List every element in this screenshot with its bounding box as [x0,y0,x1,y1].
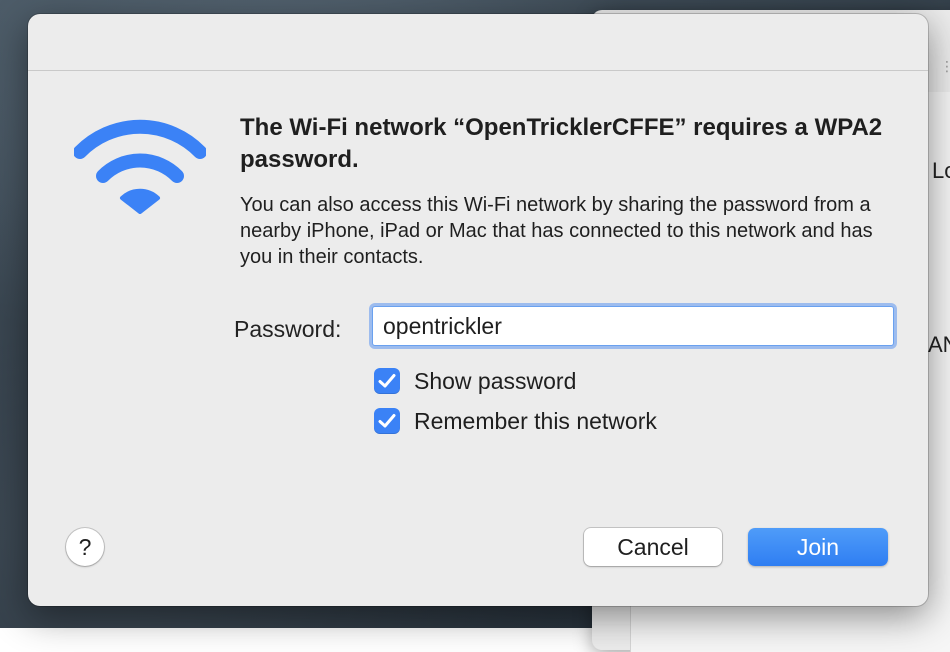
help-button[interactable]: ? [66,528,104,566]
remember-network-label: Remember this network [414,407,657,434]
wifi-password-dialog: The Wi-Fi network “OpenTricklerCFFE” req… [28,14,928,606]
show-password-label: Show password [414,367,577,394]
window-grip-icon: ⋮ [940,58,950,74]
cancel-button[interactable]: Cancel [584,528,722,566]
checkmark-icon[interactable] [374,368,400,394]
dialog-title: The Wi-Fi network “OpenTricklerCFFE” req… [240,114,883,173]
password-input[interactable] [372,306,894,346]
show-password-checkbox[interactable]: Show password [374,366,576,396]
background-text-fragment: Lo [932,158,950,183]
checkmark-icon[interactable] [374,408,400,434]
dialog-description: You can also access this Wi-Fi network b… [240,194,873,268]
join-button[interactable]: Join [748,528,888,566]
password-label: Password: [234,316,342,342]
dialog-divider [28,70,928,71]
wifi-icon [73,118,207,218]
remember-network-checkbox[interactable]: Remember this network [374,406,657,436]
background-text-fragment: AN [928,332,950,357]
